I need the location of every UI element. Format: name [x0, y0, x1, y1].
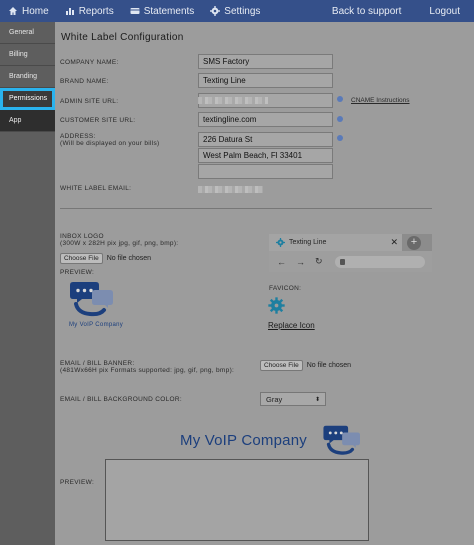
logo-caption: My VoIP Company [69, 322, 124, 328]
address-line3-input[interactable] [198, 164, 333, 179]
email-banner-label: EMAIL / BILL BANNER: (481Wx66H pix Forma… [60, 360, 234, 374]
nav-statements-label: Statements [143, 5, 195, 17]
brand-name-label: BRAND NAME: [60, 78, 109, 85]
sidebar-item-branding[interactable]: Branding [0, 66, 55, 88]
sidebar: General Billing Branding Permissions App [0, 22, 55, 545]
address-label-text: ADDRESS: [60, 133, 96, 140]
page-title: White Label Configuration [61, 32, 184, 43]
info-icon[interactable] [337, 96, 343, 102]
inbox-logo-file-picker: Choose File No file chosen [60, 253, 151, 264]
banner-file-picker: Choose File No file chosen [260, 360, 351, 371]
inbox-logo-label-text: INBOX LOGO [60, 233, 104, 240]
admin-url-label: ADMIN SITE URL: [60, 98, 119, 105]
reload-icon: ↻ [315, 256, 323, 266]
choose-file-button[interactable]: Choose File [260, 360, 303, 371]
select-arrows-icon: ⬍ [314, 396, 320, 403]
section-divider [60, 208, 432, 209]
sidebar-item-permissions[interactable]: Permissions [0, 88, 55, 110]
sidebar-item-general[interactable]: General [0, 22, 55, 44]
customer-url-input[interactable]: textingline.com [198, 112, 333, 127]
browser-toolbar: ← → ↻ [269, 251, 432, 272]
inbox-logo-sublabel: (300W x 282H pix jpg, gif, png, bmp): [60, 240, 179, 247]
nav-home[interactable]: Home [0, 0, 57, 22]
brand-name-input[interactable]: Texting Line [198, 73, 333, 88]
company-name-label: COMPANY NAME: [60, 59, 119, 66]
customer-url-label: CUSTOMER SITE URL: [60, 117, 136, 124]
back-arrow-icon: ← [277, 256, 286, 267]
close-icon: ✕ [390, 237, 398, 247]
bg-color-select[interactable]: Gray ⬍ [260, 392, 326, 406]
inbox-logo-label: INBOX LOGO (300W x 282H pix jpg, gif, pn… [60, 233, 178, 247]
banner-preview-box [105, 459, 369, 541]
address-line2-input[interactable]: West Palm Beach, Fl 33401 [198, 148, 333, 163]
gear-icon [210, 6, 221, 16]
browser-tab-title: Texting Line [289, 239, 327, 246]
sidebar-item-billing[interactable]: Billing [0, 44, 55, 66]
inbox-preview-label: PREVIEW: [60, 269, 95, 276]
bg-color-label: EMAIL / BILL BACKGROUND COLOR: [60, 396, 182, 403]
banner-preview-label: PREVIEW: [60, 479, 95, 486]
company-name-input[interactable]: SMS Factory [198, 54, 333, 69]
nav-statements[interactable]: Statements [122, 0, 203, 22]
browser-tab: Texting Line ✕ [269, 234, 402, 251]
email-banner-label-text: EMAIL / BILL BANNER: [60, 360, 135, 367]
favicon-gear-icon [276, 238, 285, 247]
address-label: ADDRESS: (Will be displayed on your bill… [60, 133, 160, 147]
cname-instructions-link[interactable]: CNAME Instructions [351, 97, 410, 104]
favicon-preview-icon [268, 297, 285, 314]
bar-chart-icon [65, 8, 74, 15]
logout-link[interactable]: Logout [415, 0, 474, 22]
statement-icon [130, 8, 140, 14]
white-label-email-label: WHITE LABEL EMAIL: [60, 185, 132, 192]
nav-right: Back to support Logout [318, 0, 474, 22]
back-to-support-link[interactable]: Back to support [318, 0, 415, 22]
address-line1-input[interactable]: 226 Datura St [198, 132, 333, 147]
no-file-chosen-text: No file chosen [306, 362, 352, 369]
nav-settings[interactable]: Settings [202, 0, 268, 22]
nav-home-label: Home [22, 5, 49, 17]
nav-reports-label: Reports [78, 5, 114, 17]
browser-tab-preview: Texting Line ✕ + ← → ↻ [269, 234, 432, 272]
redacted-email [198, 186, 263, 193]
nav-reports[interactable]: Reports [57, 0, 122, 22]
plus-icon: + [407, 236, 421, 250]
choose-file-button[interactable]: Choose File [60, 253, 103, 264]
top-nav: Home Reports Statements Settings Back to… [0, 0, 474, 22]
info-icon[interactable] [337, 135, 343, 141]
bg-color-value: Gray [266, 394, 283, 404]
info-icon[interactable] [337, 116, 343, 122]
address-sublabel: (Will be displayed on your bills) [60, 140, 160, 147]
home-icon [9, 7, 17, 15]
forward-arrow-icon: → [296, 256, 305, 267]
lock-icon [339, 258, 345, 265]
banner-company-name: My VoIP Company [180, 432, 307, 449]
email-banner-sublabel: (481Wx66H pix Formats supported: jpg, gi… [60, 367, 235, 374]
voip-logo-icon [70, 282, 113, 317]
sidebar-item-app[interactable]: App [0, 110, 55, 132]
url-bar [334, 255, 425, 268]
replace-icon-link[interactable]: Replace Icon [268, 321, 315, 330]
redacted-admin-url [198, 97, 268, 104]
nav-settings-label: Settings [224, 5, 261, 17]
favicon-label: FAVICON: [269, 285, 302, 292]
banner-logo-icon [323, 425, 360, 455]
no-file-chosen-text: No file chosen [106, 255, 152, 262]
main-content: White Label Configuration COMPANY NAME: … [55, 22, 474, 545]
